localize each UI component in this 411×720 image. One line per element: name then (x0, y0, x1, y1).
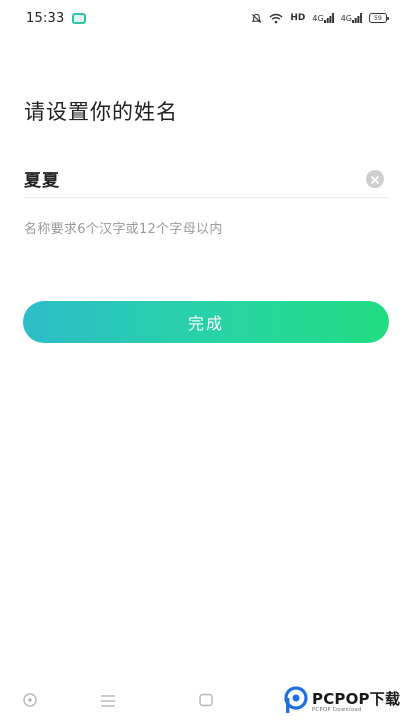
clear-button[interactable] (366, 169, 384, 188)
page-title: 请设置你的姓名 (24, 100, 178, 124)
screen: 15:33 HD 4G 4G 59 请设置你的姓名 夏夏 名称要求6个汉字或12… (0, 0, 411, 720)
watermark-brand: PCPOP下载 (312, 690, 401, 708)
nav-menu-button[interactable] (98, 692, 118, 712)
close-icon (371, 169, 379, 188)
nav-back-button[interactable] (20, 692, 40, 712)
battery-level: 59 (374, 14, 382, 22)
signal-label-2: 4G (340, 13, 352, 23)
bell-mute-icon (251, 13, 262, 24)
menu-icon (100, 693, 116, 712)
watermark-text: PCPOP下载 PCPOP Download (312, 691, 400, 713)
status-time: 15:33 (26, 10, 65, 26)
status-right: HD 4G 4G 59 (251, 13, 389, 24)
pcpop-logo-icon (284, 686, 308, 718)
wifi-icon (269, 13, 283, 24)
circle-dot-icon (22, 692, 38, 712)
done-button[interactable]: 完成 (23, 301, 389, 343)
name-input[interactable] (24, 163, 344, 194)
name-field (24, 160, 388, 198)
status-bar: 15:33 HD 4G 4G 59 (0, 0, 411, 36)
signal-icon-2: 4G (341, 13, 362, 23)
hd-indicator: HD (290, 13, 306, 23)
status-left: 15:33 (26, 10, 87, 26)
signal-label-1: 4G (312, 13, 324, 23)
battery-icon: 59 (369, 13, 389, 23)
nav-home-button[interactable] (196, 692, 216, 712)
app-notification-icon (72, 12, 87, 24)
square-icon (198, 692, 214, 712)
name-hint: 名称要求6个汉字或12个字母以内 (24, 222, 223, 237)
pcpop-watermark: PCPOP下载 PCPOP Download (284, 684, 411, 720)
signal-icon-1: 4G (312, 13, 334, 23)
